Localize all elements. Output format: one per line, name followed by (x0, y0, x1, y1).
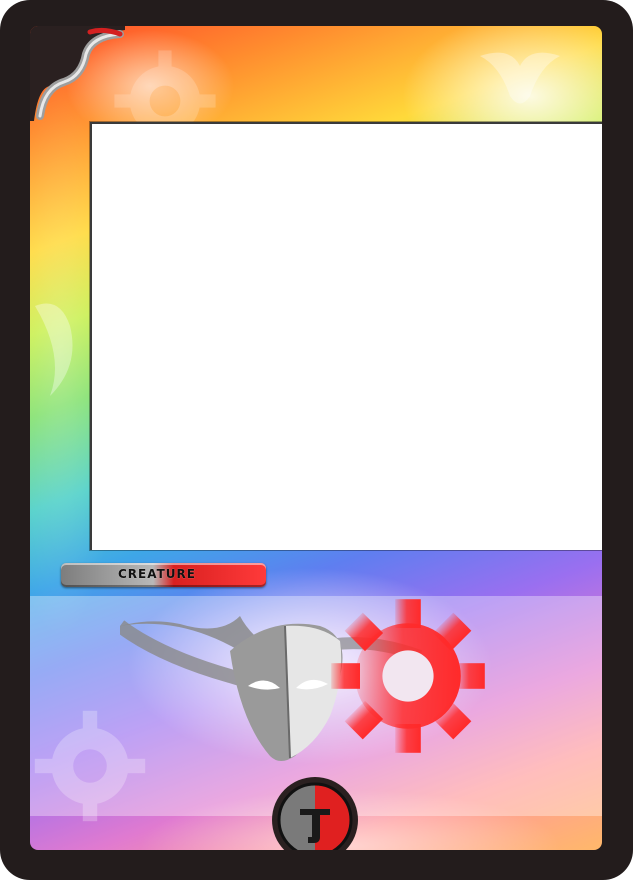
background-mask-icon (35, 303, 73, 396)
background-mask-icon (480, 52, 560, 104)
type-bar: CREATURE (61, 563, 266, 587)
card-template: CREATURE (0, 0, 633, 880)
corner-ornament-icon (30, 26, 125, 121)
art-window (90, 122, 602, 550)
gear-icon (331, 599, 485, 753)
cost-emblem-icon (272, 777, 358, 850)
type-label: CREATURE (118, 567, 196, 581)
card-frame: CREATURE (30, 26, 602, 850)
